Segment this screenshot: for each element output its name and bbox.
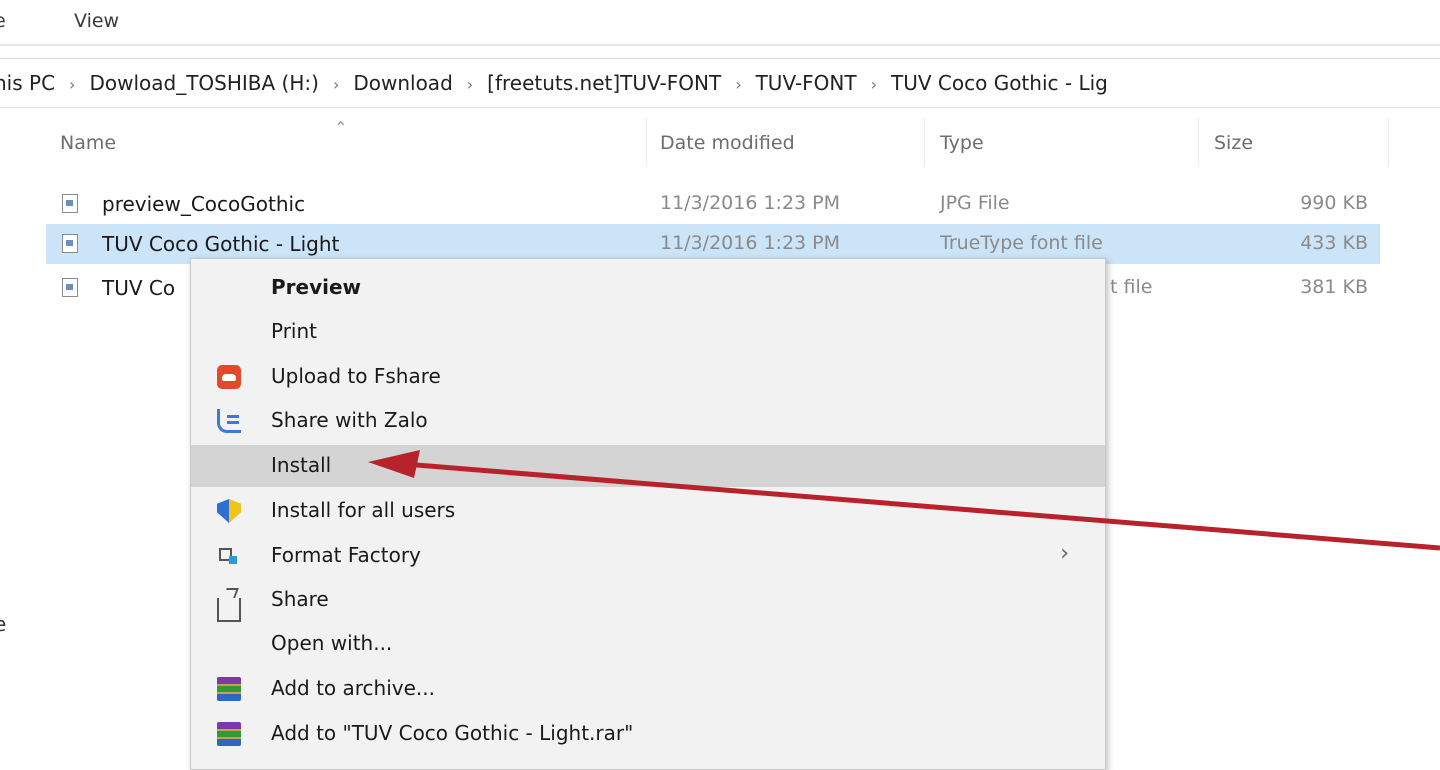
font-file-icon [62,234,78,253]
context-menu: Preview Print Upload to Fshare Share wit… [190,258,1106,770]
chevron-right-icon[interactable]: › [333,75,339,94]
file-name: TUV Coco Gothic - Light [102,232,340,256]
column-divider[interactable] [1198,118,1199,166]
file-type: t file [1110,276,1153,298]
column-headers: ⌃ Name Date modified Type Size [0,118,1440,168]
menu-item-label: Add to "TUV Coco Gothic - Light.rar" [271,721,634,745]
ribbon: e View [0,0,1440,46]
column-header-name[interactable]: Name [60,132,116,154]
shield-icon [217,499,241,523]
file-date: 11/3/2016 1:23 PM [660,192,841,214]
column-header-size[interactable]: Size [1214,132,1253,154]
chevron-right-icon: › [1060,541,1069,566]
column-divider[interactable] [646,118,647,166]
file-date: 11/3/2016 1:23 PM [660,232,841,254]
column-divider[interactable] [924,118,925,166]
share-icon [217,598,241,622]
crumb-drive[interactable]: Dowload_TOSHIBA (H:) [89,71,318,95]
crumb-tuv-font[interactable]: TUV-FONT [756,71,857,95]
winrar-icon [217,722,241,746]
chevron-right-icon[interactable]: › [467,75,473,94]
crumb-this-pc[interactable]: his PC [0,71,55,95]
crumb-current-folder[interactable]: TUV Coco Gothic - Lig [891,71,1108,95]
menu-item-upload-fshare[interactable]: Upload to Fshare [191,356,1105,398]
nav-pane-partial-label[interactable]: e [0,612,6,636]
menu-item-install[interactable]: Install [191,445,1105,487]
file-size: 433 KB [1300,232,1368,254]
menu-item-add-to-rar[interactable]: Add to "TUV Coco Gothic - Light.rar" [191,713,1105,755]
format-factory-icon [217,544,241,568]
menu-item-label: Share with Zalo [271,408,428,432]
menu-item-format-factory[interactable]: Format Factory › [191,535,1105,577]
file-size: 990 KB [1300,192,1368,214]
menu-item-share-zalo[interactable]: Share with Zalo [191,400,1105,442]
crumb-freetuts[interactable]: [freetuts.net]TUV-FONT [487,71,721,95]
file-row[interactable]: preview_CocoGothic 11/3/2016 1:23 PM JPG… [46,184,1380,224]
font-file-icon [62,278,78,297]
ribbon-tab-partial[interactable]: e [0,10,6,32]
menu-item-label: Install [271,453,332,477]
address-bar[interactable]: his PC › Dowload_TOSHIBA (H:) › Download › [fr… [0,58,1440,108]
menu-item-label: Open with... [271,631,393,655]
ribbon-divider [0,44,1440,46]
winrar-icon [217,677,241,701]
file-name: TUV Co [102,276,176,300]
file-name: preview_CocoGothic [102,192,306,216]
menu-item-preview[interactable]: Preview [191,267,1105,309]
fshare-icon [217,365,241,389]
column-header-date[interactable]: Date modified [660,132,795,154]
chevron-right-icon[interactable]: › [871,75,877,94]
menu-item-label: Add to archive... [271,676,435,700]
image-file-icon [62,194,78,213]
file-type: JPG File [940,192,1010,214]
menu-item-open-with[interactable]: Open with... [191,623,1105,665]
menu-item-label: Upload to Fshare [271,364,441,388]
sort-ascending-icon: ⌃ [334,118,348,137]
menu-item-label: Preview [271,275,362,299]
menu-item-share[interactable]: Share [191,579,1105,622]
column-divider[interactable] [1388,118,1389,166]
menu-item-label: Print [271,319,318,343]
zalo-icon [217,409,241,433]
chevron-right-icon[interactable]: › [69,75,75,94]
file-size: 381 KB [1300,276,1368,298]
breadcrumb: his PC › Dowload_TOSHIBA (H:) › Download › [fr… [0,71,1108,95]
menu-item-label: Share [271,587,329,611]
chevron-right-icon[interactable]: › [735,75,741,94]
menu-item-label: Format Factory [271,543,421,567]
ribbon-tab-view[interactable]: View [74,10,119,32]
column-header-type[interactable]: Type [940,132,984,154]
file-type: TrueType font file [940,232,1103,254]
menu-item-add-to-archive[interactable]: Add to archive... [191,668,1105,710]
crumb-download[interactable]: Download [353,71,452,95]
menu-item-print[interactable]: Print [191,311,1105,353]
menu-item-label: Install for all users [271,498,456,522]
menu-item-install-all-users[interactable]: Install for all users [191,490,1105,532]
